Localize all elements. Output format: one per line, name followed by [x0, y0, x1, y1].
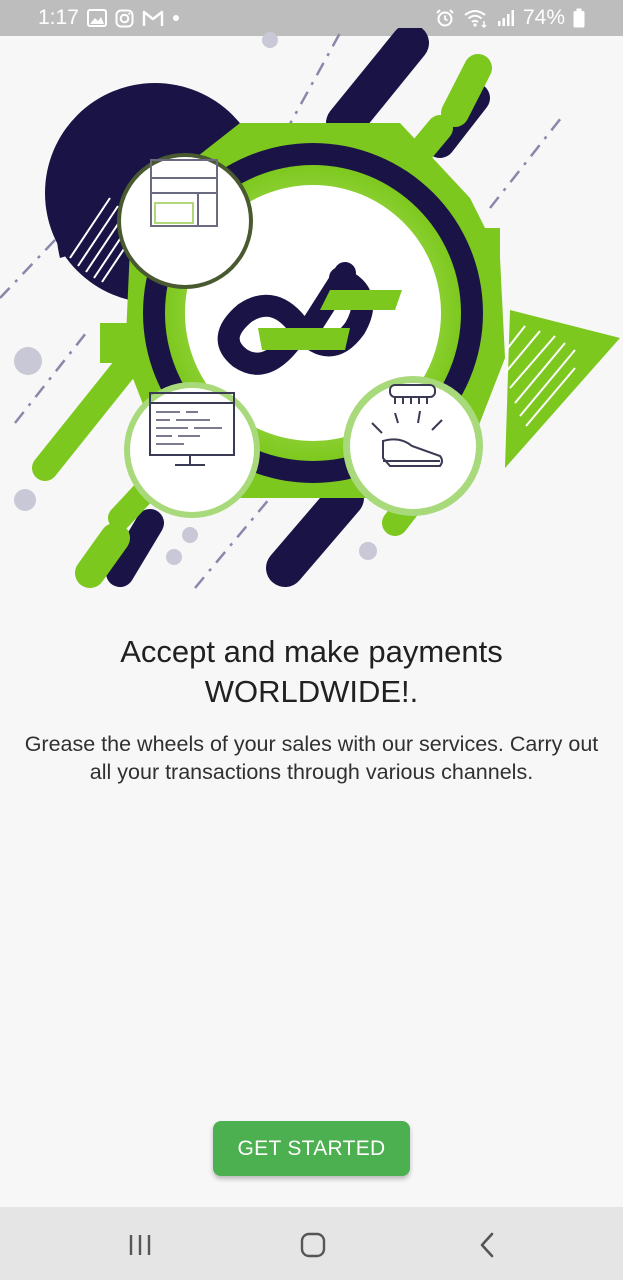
- image-icon: [86, 9, 107, 27]
- system-nav-bar: [0, 1207, 623, 1280]
- wifi-icon: [463, 8, 489, 28]
- battery-icon: [573, 8, 585, 28]
- status-left: 1:17: [38, 6, 180, 30]
- back-icon[interactable]: [468, 1225, 508, 1265]
- alarm-icon: [435, 8, 455, 28]
- signal-icon: [497, 9, 515, 27]
- battery-percent: 74%: [522, 6, 565, 29]
- headline: Accept and make payments WORLDWIDE!.: [0, 632, 623, 712]
- headline-line-2: WORLDWIDE!.: [204, 674, 419, 709]
- hero-illustration: [0, 24, 623, 598]
- dot-icon: [172, 14, 180, 22]
- gmail-icon: [142, 10, 164, 27]
- status-right: 74%: [435, 6, 585, 30]
- status-time: 1:17: [38, 6, 79, 29]
- recent-apps-icon[interactable]: [120, 1225, 160, 1265]
- instagram-icon: [115, 9, 134, 28]
- headline-line-1: Accept and make payments: [120, 634, 503, 669]
- home-icon[interactable]: [293, 1225, 333, 1265]
- description-text: Grease the wheels of your sales with our…: [24, 732, 599, 784]
- get-started-button[interactable]: GET STARTED: [213, 1121, 410, 1176]
